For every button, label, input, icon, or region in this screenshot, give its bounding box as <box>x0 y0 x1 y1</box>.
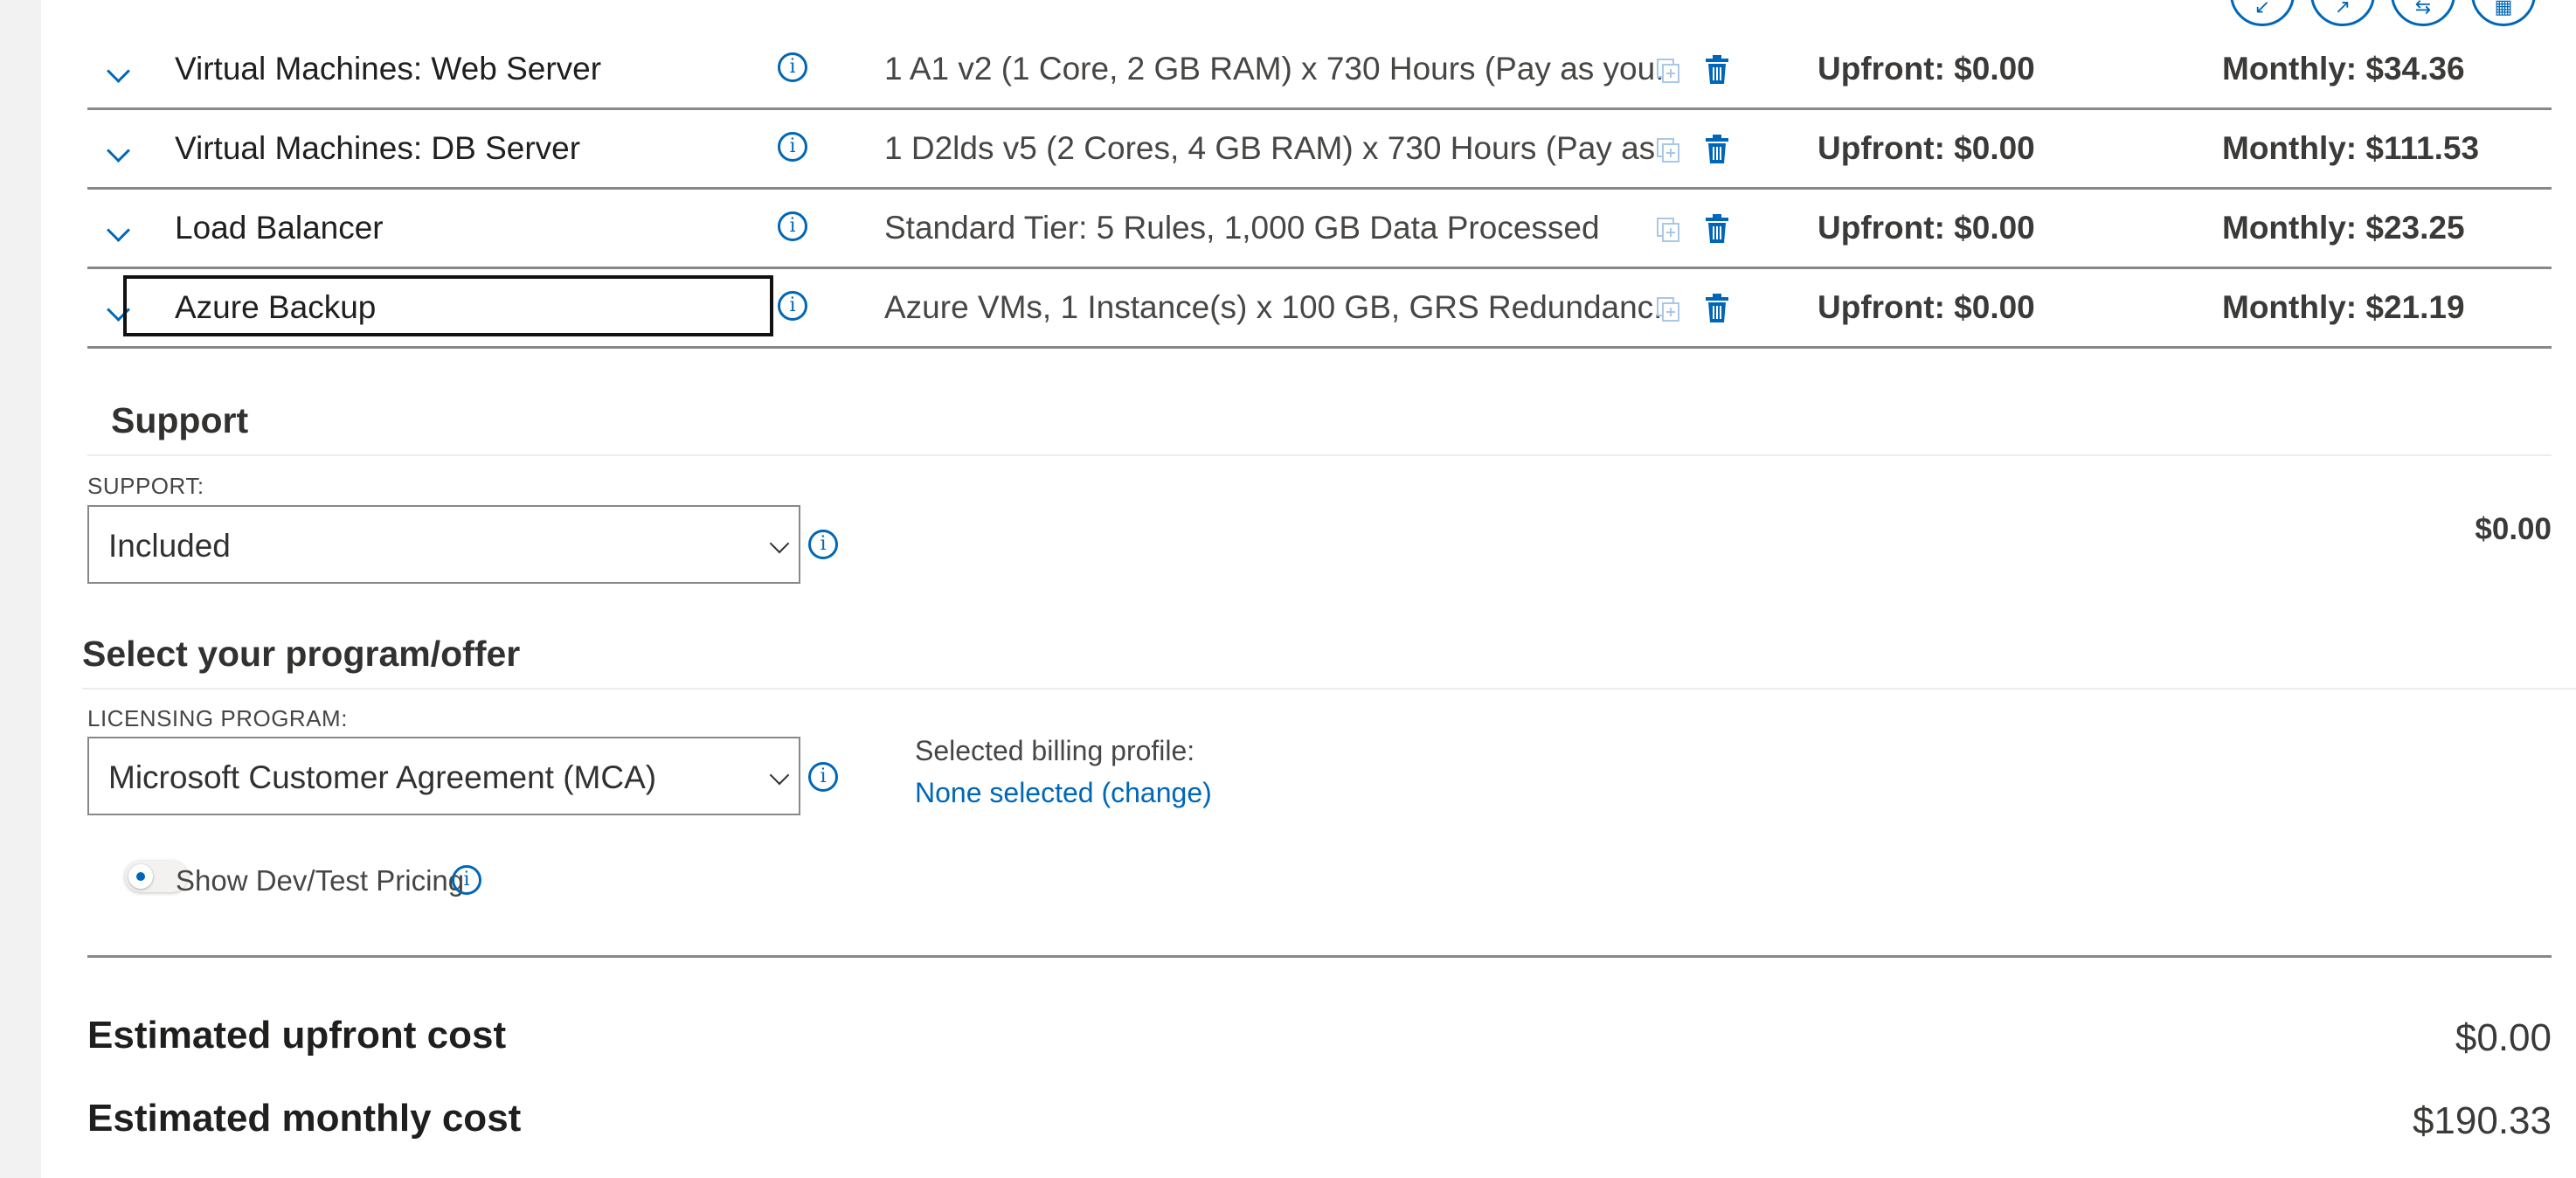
row-divider <box>87 346 2552 349</box>
info-icon[interactable]: i <box>808 530 838 559</box>
info-icon[interactable]: i <box>778 52 807 82</box>
pricing-calculator-page: ↙ ↗ ⇆ ▦ Virtual Machines: Web Server i 1… <box>41 0 2576 1178</box>
delete-icon[interactable] <box>1704 293 1730 324</box>
row-divider <box>87 107 2552 110</box>
service-monthly-cost: Monthly: $111.53 <box>2222 130 2480 166</box>
service-name[interactable]: Virtual Machines: DB Server <box>175 130 580 167</box>
section-divider <box>87 454 2552 456</box>
service-monthly-cost: Monthly: $21.19 <box>2222 289 2465 325</box>
dev-test-pricing-label: Show Dev/Test Pricing <box>176 864 465 897</box>
billing-profile-label: Selected billing profile: <box>915 735 1195 766</box>
info-icon[interactable]: i <box>452 865 481 895</box>
section-divider <box>82 688 2576 689</box>
delete-icon[interactable] <box>1704 213 1730 245</box>
delete-icon[interactable] <box>1704 54 1730 86</box>
service-description: 1 A1 v2 (1 Core, 2 GB RAM) x 730 Hours (… <box>884 51 1671 87</box>
service-monthly-cost: Monthly: $23.25 <box>2222 210 2465 246</box>
collapse-all-icon[interactable]: ↙ <box>2230 0 2295 26</box>
info-icon[interactable]: i <box>778 291 807 321</box>
service-name[interactable]: Virtual Machines: Web Server <box>175 51 601 87</box>
clone-icon[interactable] <box>1656 137 1680 163</box>
service-upfront-cost: Upfront: $0.00 <box>1818 210 2035 246</box>
chevron-down-icon[interactable] <box>107 218 130 242</box>
program-section-title: Select your program/offer <box>82 634 521 674</box>
licensing-program-select[interactable]: Microsoft Customer Agreement (MCA) <box>87 737 800 815</box>
clone-icon[interactable] <box>1656 217 1680 243</box>
estimated-monthly-label: Estimated monthly cost <box>87 1097 522 1140</box>
row-divider <box>87 267 2552 269</box>
clone-icon[interactable] <box>1656 58 1680 84</box>
service-upfront-cost: Upfront: $0.00 <box>1818 51 2035 87</box>
service-upfront-cost: Upfront: $0.00 <box>1818 130 2035 166</box>
service-row: Virtual Machines: DB Server i 1 D2lds v5… <box>87 111 2552 190</box>
estimated-upfront-value: $0.00 <box>2455 1016 2552 1059</box>
service-row: Virtual Machines: Web Server i 1 A1 v2 (… <box>87 31 2552 110</box>
service-row: Load Balancer i Standard Tier: 5 Rules, … <box>87 191 2552 269</box>
info-icon[interactable]: i <box>808 762 838 792</box>
share-icon[interactable]: ⇆ <box>2391 0 2455 26</box>
service-description: Azure VMs, 1 Instance(s) x 100 GB, GRS R… <box>884 289 1671 325</box>
support-label: SUPPORT: <box>87 473 204 499</box>
clone-icon[interactable] <box>1656 296 1680 322</box>
row-divider <box>87 187 2552 190</box>
info-icon[interactable]: i <box>778 132 807 162</box>
toggle-indicator <box>136 872 145 881</box>
service-description: 1 D2lds v5 (2 Cores, 4 GB RAM) x 730 Hou… <box>884 130 1671 166</box>
info-icon[interactable]: i <box>778 211 807 241</box>
estimated-upfront-label: Estimated upfront cost <box>87 1014 507 1057</box>
licensing-program-selected-value: Microsoft Customer Agreement (MCA) <box>108 759 657 795</box>
chevron-down-icon[interactable] <box>107 59 130 83</box>
service-name[interactable]: Load Balancer <box>175 210 384 246</box>
support-select[interactable]: Included <box>87 505 800 584</box>
support-section-title: Support <box>111 400 249 440</box>
chevron-down-icon[interactable] <box>107 139 130 163</box>
support-selected-value: Included <box>108 528 231 564</box>
expand-all-icon[interactable]: ↗ <box>2310 0 2375 26</box>
focus-outline <box>123 275 773 336</box>
billing-profile-change-link[interactable]: None selected (change) <box>915 777 1212 809</box>
service-monthly-cost: Monthly: $34.36 <box>2222 51 2465 87</box>
service-upfront-cost: Upfront: $0.00 <box>1818 289 2035 325</box>
totals-divider <box>87 955 2552 958</box>
service-description: Standard Tier: 5 Rules, 1,000 GB Data Pr… <box>884 210 1600 246</box>
export-icon[interactable]: ▦ <box>2471 0 2536 26</box>
chevron-down-icon <box>769 765 790 786</box>
licensing-program-label: LICENSING PROGRAM: <box>87 705 348 731</box>
delete-icon[interactable] <box>1704 134 1730 165</box>
support-price: $0.00 <box>2475 512 2552 546</box>
estimated-monthly-value: $190.33 <box>2412 1099 2552 1142</box>
chevron-down-icon <box>769 533 790 554</box>
